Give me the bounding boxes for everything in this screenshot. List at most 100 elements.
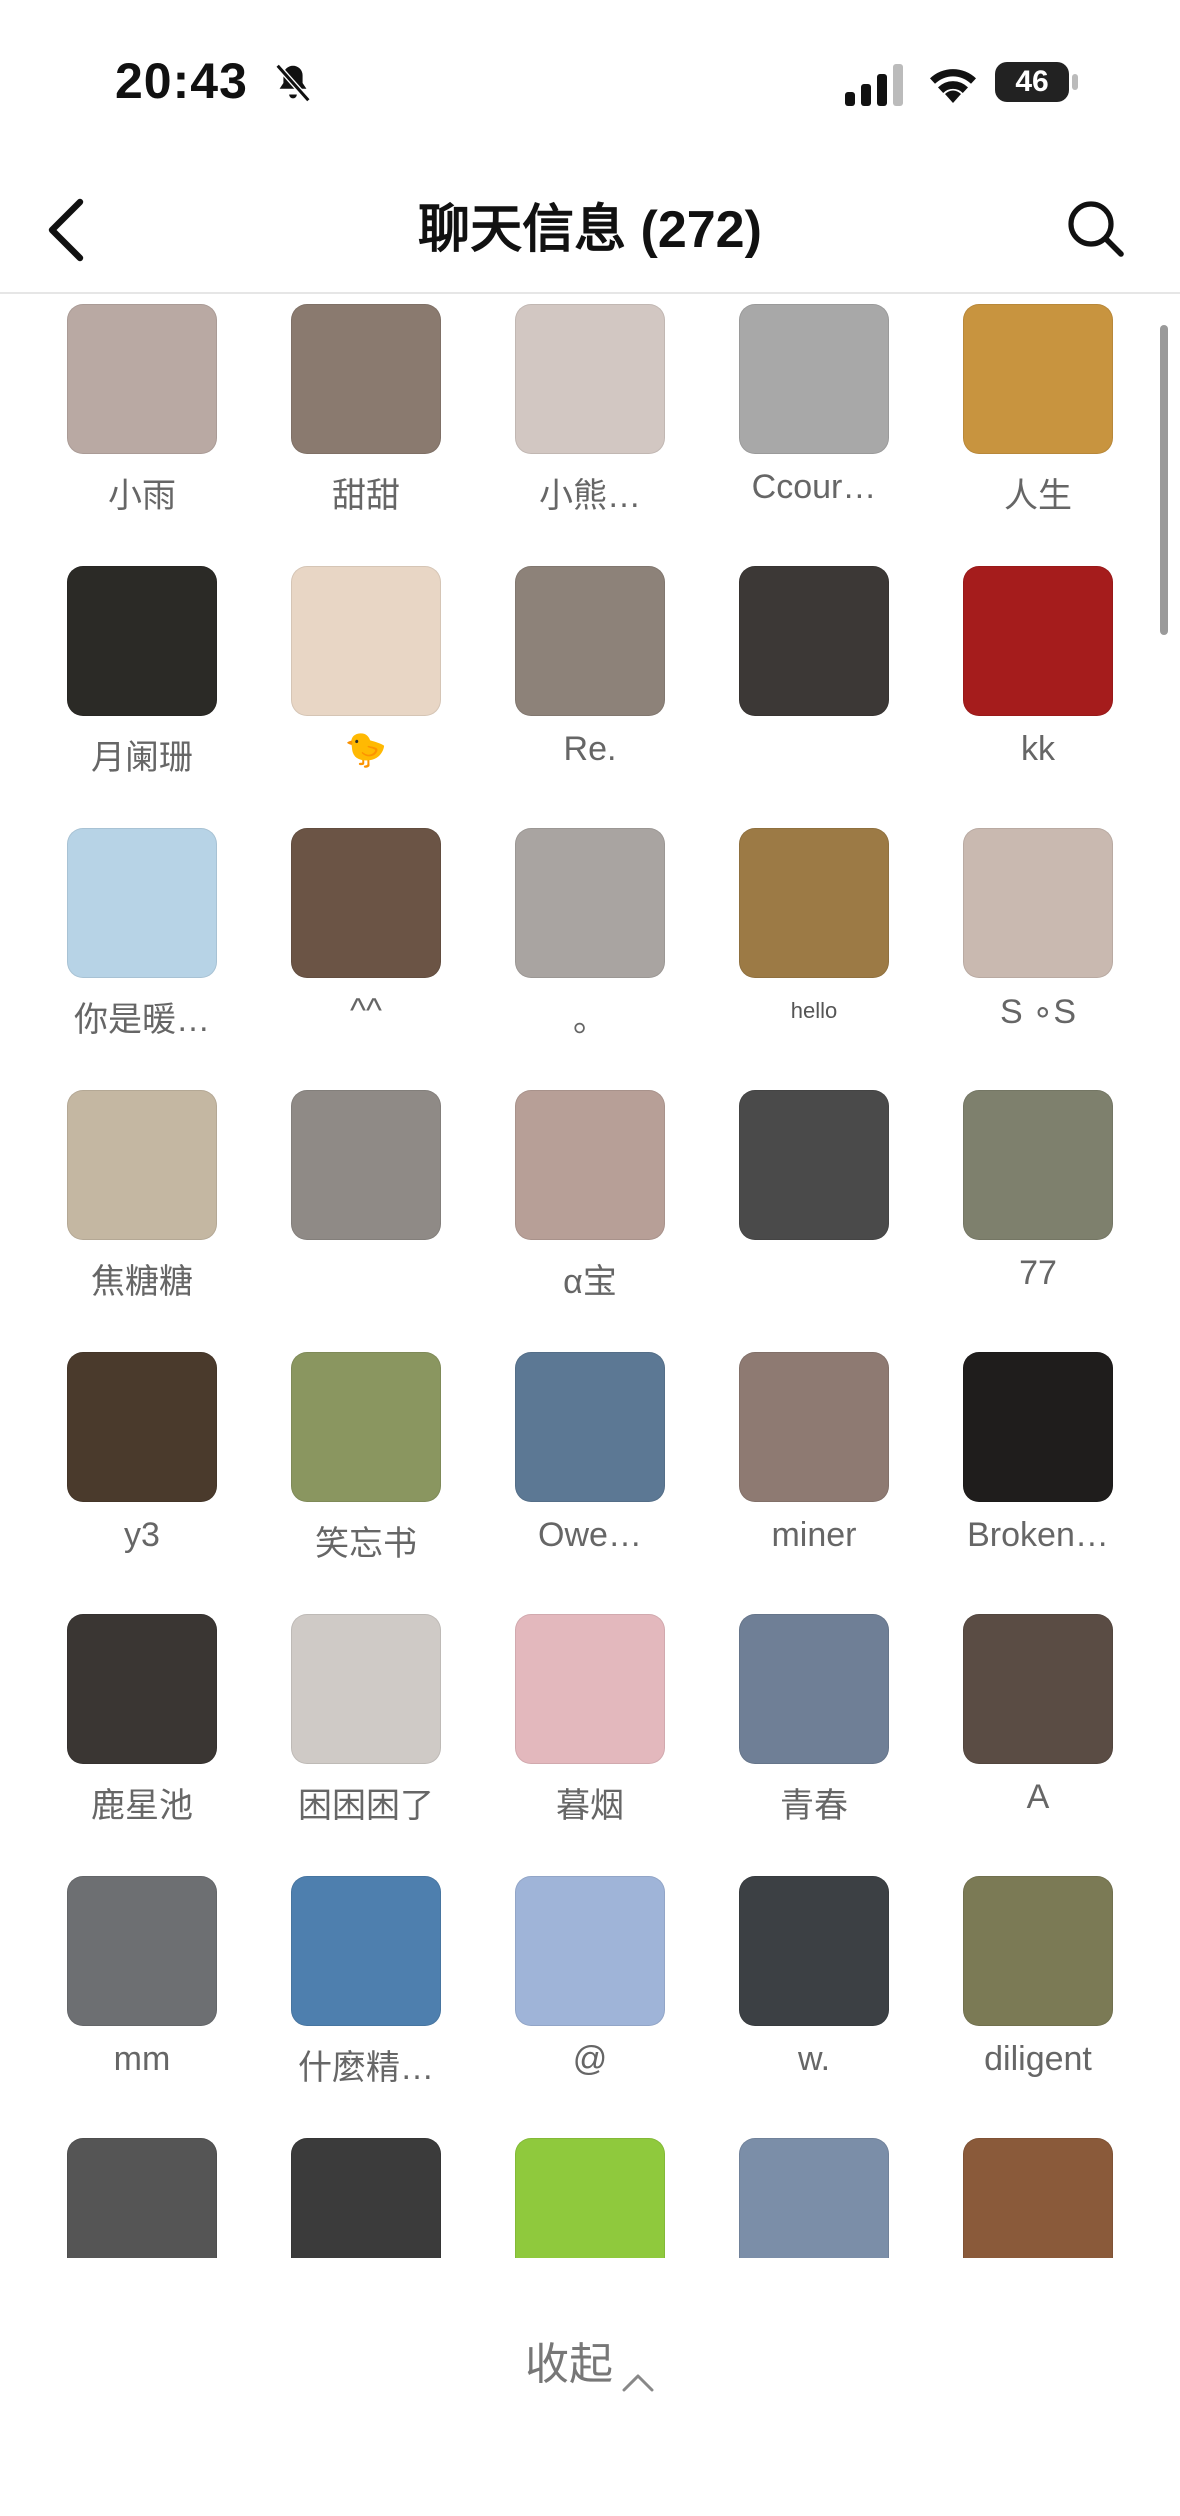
member-avatar[interactable] — [67, 304, 217, 454]
member-item[interactable]: 你是暖… — [30, 828, 254, 1090]
member-item[interactable]: miner — [702, 1352, 926, 1614]
member-item[interactable]: 焦糖糖 — [30, 1090, 254, 1352]
member-item[interactable]: 醒醒大王 — [702, 292, 926, 304]
member-item[interactable] — [926, 2138, 1150, 2258]
member-avatar[interactable] — [515, 304, 665, 454]
member-avatar[interactable] — [291, 1614, 441, 1764]
member-avatar[interactable] — [67, 1614, 217, 1764]
member-avatar[interactable] — [67, 1090, 217, 1240]
member-item[interactable]: diligent — [926, 1876, 1150, 2138]
member-avatar[interactable] — [291, 1876, 441, 2026]
chevron-up-icon — [621, 2355, 655, 2392]
member-name: A — [1026, 1778, 1050, 1816]
member-item[interactable]: kk — [926, 566, 1150, 828]
member-item[interactable] — [30, 2138, 254, 2258]
member-item[interactable]: α宝 — [478, 1090, 702, 1352]
member-item[interactable] — [254, 2138, 478, 2258]
member-avatar[interactable] — [963, 1352, 1113, 1502]
member-avatar[interactable] — [739, 1352, 889, 1502]
member-name: y3 — [124, 1516, 160, 1554]
member-item[interactable]: mm — [30, 1876, 254, 2138]
search-icon[interactable] — [1065, 198, 1125, 262]
member-avatar[interactable] — [291, 566, 441, 716]
member-item[interactable] — [702, 2138, 926, 2258]
member-avatar[interactable] — [67, 1352, 217, 1502]
collapse-button[interactable]: 收起 — [0, 2328, 1180, 2392]
member-item[interactable]: y3 — [30, 1352, 254, 1614]
member-avatar[interactable] — [67, 566, 217, 716]
member-item[interactable]: 甜甜 — [254, 304, 478, 566]
member-avatar[interactable] — [963, 1614, 1113, 1764]
member-avatar[interactable] — [739, 1876, 889, 2026]
member-item[interactable]: 乖乖 — [30, 292, 254, 304]
member-avatar[interactable] — [291, 1352, 441, 1502]
member-item[interactable]: 暮烟 — [478, 1614, 702, 1876]
member-avatar[interactable] — [739, 304, 889, 454]
member-avatar[interactable] — [739, 1614, 889, 1764]
member-item[interactable]: 月阑珊 — [30, 566, 254, 828]
member-avatar[interactable] — [739, 828, 889, 978]
member-avatar[interactable] — [515, 1090, 665, 1240]
member-name: 77 — [1019, 1254, 1057, 1292]
member-item[interactable]: 小雨 — [30, 304, 254, 566]
member-name: 青春 — [780, 1787, 848, 1825]
member-avatar[interactable] — [739, 1090, 889, 1240]
member-item[interactable]: zz — [478, 292, 702, 304]
member-item[interactable]: ^^ — [254, 828, 478, 1090]
member-avatar[interactable] — [291, 1090, 441, 1240]
member-avatar[interactable] — [291, 2138, 441, 2258]
member-item[interactable]: Owe… — [478, 1352, 702, 1614]
member-item[interactable]: 小音 (… — [254, 292, 478, 304]
member-item[interactable] — [702, 1090, 926, 1352]
member-avatar[interactable] — [515, 1352, 665, 1502]
member-item[interactable] — [702, 566, 926, 828]
member-avatar[interactable] — [739, 566, 889, 716]
member-avatar[interactable] — [515, 828, 665, 978]
member-name: 小雨 — [108, 477, 176, 515]
battery-indicator: 46 — [995, 62, 1081, 106]
member-item[interactable]: Broken… — [926, 1352, 1150, 1614]
member-item[interactable]: hello — [702, 828, 926, 1090]
member-item[interactable]: 。 — [478, 828, 702, 1090]
member-avatar[interactable] — [963, 1876, 1113, 2026]
member-item[interactable]: 小熊… — [478, 304, 702, 566]
member-item[interactable] — [478, 2138, 702, 2258]
member-name: Broken… — [967, 1516, 1109, 1554]
member-avatar[interactable] — [739, 2138, 889, 2258]
member-item[interactable]: @ — [478, 1876, 702, 2138]
member-item[interactable]: 笑忘书 — [254, 1352, 478, 1614]
bell-muted-icon — [275, 63, 311, 103]
member-avatar[interactable] — [67, 828, 217, 978]
member-avatar[interactable] — [515, 1614, 665, 1764]
member-grid-viewport[interactable]: 乖乖小音 (…zz醒醒大王千禾小雨 甜甜 小熊… Ccour… 人生月阑珊 🐤 Re. kk 你… — [0, 292, 1180, 2258]
member-item[interactable]: 人生 — [926, 304, 1150, 566]
scrollbar[interactable] — [1160, 325, 1168, 635]
member-name: ^^ — [350, 992, 382, 1030]
member-avatar[interactable] — [67, 1876, 217, 2026]
member-avatar[interactable] — [963, 828, 1113, 978]
member-item[interactable]: 77 — [926, 1090, 1150, 1352]
member-avatar[interactable] — [963, 2138, 1113, 2258]
member-item[interactable] — [254, 1090, 478, 1352]
member-item[interactable]: w. — [702, 1876, 926, 2138]
member-avatar[interactable] — [515, 2138, 665, 2258]
member-avatar[interactable] — [515, 1876, 665, 2026]
member-avatar[interactable] — [291, 828, 441, 978]
member-item[interactable]: 鹿星池 — [30, 1614, 254, 1876]
member-avatar[interactable] — [963, 1090, 1113, 1240]
member-item[interactable]: 困困困了 — [254, 1614, 478, 1876]
member-item[interactable]: Ccour… — [702, 304, 926, 566]
member-avatar[interactable] — [963, 304, 1113, 454]
member-item[interactable]: A — [926, 1614, 1150, 1876]
member-avatar[interactable] — [963, 566, 1113, 716]
member-avatar[interactable] — [291, 304, 441, 454]
member-item[interactable]: 千禾 — [926, 292, 1150, 304]
member-avatar[interactable] — [67, 2138, 217, 2258]
member-item[interactable]: 青春 — [702, 1614, 926, 1876]
member-item[interactable]: 什麼精… — [254, 1876, 478, 2138]
member-item[interactable]: 🐤 — [254, 566, 478, 828]
member-item[interactable]: Re. — [478, 566, 702, 828]
member-name: @ — [572, 2040, 608, 2078]
member-avatar[interactable] — [515, 566, 665, 716]
member-item[interactable]: S ∘S — [926, 828, 1150, 1090]
